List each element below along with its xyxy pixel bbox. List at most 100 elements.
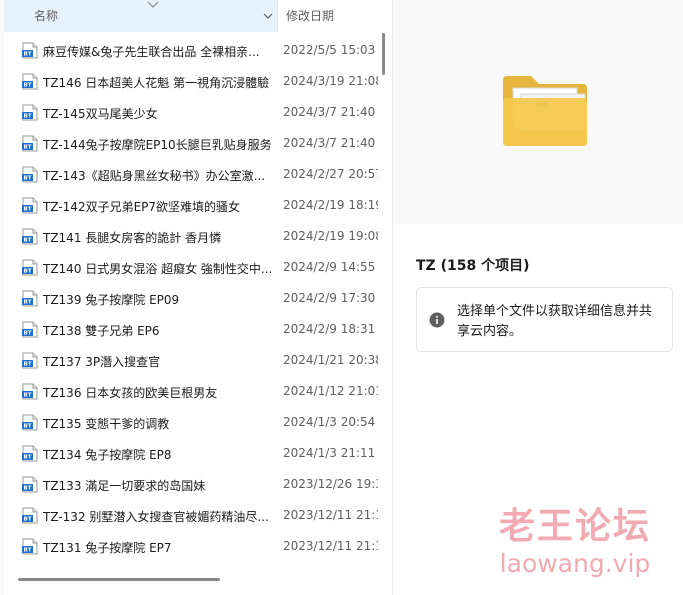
svg-text:BT: BT bbox=[24, 393, 32, 399]
file-name: TZ-132 别墅潜入女搜查官被媚药精油尽... bbox=[43, 510, 269, 524]
file-name: TZ138 雙子兄弟 EP6 bbox=[43, 324, 160, 338]
svg-text:BT: BT bbox=[24, 145, 32, 151]
watermark: 老王论坛 laowang.vip bbox=[470, 505, 680, 590]
svg-text:BT: BT bbox=[24, 455, 32, 461]
file-modified-date: 2024/2/19 18:19 bbox=[283, 198, 378, 212]
file-name: TZ-144兔子按摩院EP10长腿巨乳贴身服务 bbox=[43, 138, 272, 152]
bt-file-icon: BT bbox=[22, 383, 38, 400]
vertical-scrollbar-thumb[interactable] bbox=[382, 33, 385, 75]
horizontal-scrollbar-thumb[interactable] bbox=[18, 578, 220, 581]
bt-file-icon: BT bbox=[22, 445, 38, 462]
folder-title: TZ (158 个项目) bbox=[416, 258, 530, 274]
file-row[interactable]: BT TZ-142双子兄弟EP7欲坚难填的骚女 2024/2/19 18:19 bbox=[4, 190, 378, 221]
svg-text:BT: BT bbox=[24, 486, 32, 492]
svg-text:BT: BT bbox=[24, 300, 32, 306]
watermark-chinese: 老王论坛 bbox=[498, 506, 651, 547]
file-name: TZ141 長腿女房客的詭計 香月憐 bbox=[43, 231, 222, 245]
bt-file-icon: BT bbox=[22, 259, 38, 276]
file-row[interactable]: BT TZ-132 别墅潜入女搜查官被媚药精油尽... 2023/12/11 21:… bbox=[4, 500, 378, 531]
file-modified-date: 2023/12/11 21:1 bbox=[283, 508, 378, 522]
file-name: TZ139 兔子按摩院 EP09 bbox=[43, 293, 180, 307]
svg-text:BT: BT bbox=[24, 238, 32, 244]
svg-text:BT: BT bbox=[24, 331, 32, 337]
file-name: TZ-142双子兄弟EP7欲坚难填的骚女 bbox=[43, 200, 241, 214]
svg-text:BT: BT bbox=[24, 424, 32, 430]
file-row[interactable]: BT TZ140 日式男女混浴 超癡女 強制性交中... 2024/2/9 14:5… bbox=[4, 252, 378, 283]
file-modified-date: 2024/2/9 17:30 bbox=[283, 291, 376, 305]
info-icon bbox=[429, 312, 445, 328]
svg-text:BT: BT bbox=[24, 517, 32, 523]
file-modified-date: 2024/1/3 20:54 bbox=[283, 415, 376, 429]
file-explorer-window: 名称 修改日期 BT 麻豆传媒&兔子先生联合出品 全裸相亲... 2022/5/5 … bbox=[0, 0, 683, 595]
file-modified-date: 2024/2/9 14:55 bbox=[283, 260, 376, 274]
bt-file-icon: BT bbox=[22, 135, 38, 152]
file-modified-date: 2024/2/19 19:08 bbox=[283, 229, 378, 243]
file-modified-date: 2024/3/7 21:40 bbox=[283, 105, 376, 119]
chevron-down-icon[interactable] bbox=[263, 12, 273, 20]
file-row[interactable]: BT TZ134 兔子按摩院 EP8 2024/1/3 21:11 bbox=[4, 438, 378, 469]
file-modified-date: 2024/2/27 20:57 bbox=[283, 167, 378, 181]
column-header-name-label: 名称 bbox=[34, 9, 59, 23]
file-row[interactable]: BT TZ138 雙子兄弟 EP6 2024/2/9 18:31 bbox=[4, 314, 378, 345]
file-name: TZ134 兔子按摩院 EP8 bbox=[43, 448, 172, 462]
column-header: 名称 修改日期 bbox=[4, 0, 378, 32]
folder-icon: BT bbox=[503, 76, 587, 146]
file-list: BT 麻豆传媒&兔子先生联合出品 全裸相亲... 2022/5/5 15:03 BT T… bbox=[4, 35, 378, 562]
preview-area: BT bbox=[393, 0, 683, 224]
file-list-pane: 名称 修改日期 BT 麻豆传媒&兔子先生联合出品 全裸相亲... 2022/5/5 … bbox=[0, 0, 392, 595]
bt-file-icon: BT bbox=[22, 290, 38, 307]
file-row[interactable]: BT TZ131 兔子按摩院 EP7 2023/12/11 21:1 bbox=[4, 531, 378, 562]
file-name: TZ135 变態干爹的调教 bbox=[43, 417, 170, 431]
column-header-name[interactable]: 名称 bbox=[4, 0, 277, 32]
file-row[interactable]: BT TZ-143《超贴身黑丝女秘书》办公室激... 2024/2/27 20:57 bbox=[4, 159, 378, 190]
bt-file-icon: BT bbox=[22, 197, 38, 214]
bt-file-icon: BT bbox=[22, 507, 38, 524]
column-header-modified[interactable]: 修改日期 bbox=[278, 0, 334, 32]
file-name: TZ140 日式男女混浴 超癡女 強制性交中... bbox=[43, 262, 272, 276]
file-row[interactable]: BT TZ141 長腿女房客的詭計 香月憐 2024/2/19 19:08 bbox=[4, 221, 378, 252]
file-row[interactable]: BT TZ139 兔子按摩院 EP09 2024/2/9 17:30 bbox=[4, 283, 378, 314]
bt-file-icon: BT bbox=[22, 73, 38, 90]
file-row[interactable]: BT TZ135 变態干爹的调教 2024/1/3 20:54 bbox=[4, 407, 378, 438]
bt-file-icon: BT bbox=[22, 166, 38, 183]
info-card: 选择单个文件以获取详细信息并共享云内容。 bbox=[416, 287, 673, 352]
bt-file-icon: BT bbox=[22, 321, 38, 338]
svg-text:BT: BT bbox=[24, 548, 32, 554]
file-modified-date: 2024/1/12 21:01 bbox=[283, 384, 378, 398]
file-row[interactable]: BT TZ133 滿足一切要求的岛国妹 2023/12/26 19:3 bbox=[4, 469, 378, 500]
file-row[interactable]: BT TZ136 日本女孩的欧美巨根男友 2024/1/12 21:01 bbox=[4, 376, 378, 407]
file-modified-date: 2024/1/3 21:11 bbox=[283, 446, 376, 460]
file-name: 麻豆传媒&兔子先生联合出品 全裸相亲... bbox=[43, 45, 260, 59]
bt-file-icon: BT bbox=[22, 352, 38, 369]
svg-text:BT: BT bbox=[24, 269, 32, 275]
svg-text:BT: BT bbox=[24, 362, 32, 368]
file-row[interactable]: BT 麻豆传媒&兔子先生联合出品 全裸相亲... 2022/5/5 15:03 bbox=[4, 35, 378, 66]
file-name: TZ136 日本女孩的欧美巨根男友 bbox=[43, 386, 218, 400]
svg-text:BT: BT bbox=[24, 52, 32, 58]
file-row[interactable]: BT TZ-144兔子按摩院EP10长腿巨乳贴身服务 2024/3/7 21:40 bbox=[4, 128, 378, 159]
watermark-url: laowang.vip bbox=[499, 549, 651, 578]
file-modified-date: 2022/5/5 15:03 bbox=[283, 43, 376, 57]
file-name: TZ137 3P潛入搜查官 bbox=[43, 355, 161, 369]
file-name: TZ146 日本超美人花魁 第一視角沉浸體驗 bbox=[43, 76, 270, 90]
svg-text:BT: BT bbox=[24, 176, 32, 182]
column-header-modified-label: 修改日期 bbox=[286, 9, 335, 23]
file-name: TZ131 兔子按摩院 EP7 bbox=[43, 541, 172, 555]
bt-file-icon: BT bbox=[22, 476, 38, 493]
file-name: TZ-145双马尾美少女 bbox=[43, 107, 158, 121]
bt-file-icon: BT bbox=[22, 538, 38, 555]
file-modified-date: 2024/1/21 20:38 bbox=[283, 353, 378, 367]
file-row[interactable]: BT TZ-145双马尾美少女 2024/3/7 21:40 bbox=[4, 97, 378, 128]
file-modified-date: 2023/12/26 19:3 bbox=[283, 477, 378, 491]
file-modified-date: 2024/3/19 21:08 bbox=[283, 74, 378, 88]
svg-text:BT: BT bbox=[24, 207, 32, 213]
file-modified-date: 2023/12/11 21:1 bbox=[283, 539, 378, 553]
svg-text:BT: BT bbox=[24, 114, 32, 120]
bt-file-icon: BT bbox=[22, 104, 38, 121]
file-row[interactable]: BT TZ137 3P潛入搜查官 2024/1/21 20:38 bbox=[4, 345, 378, 376]
svg-text:BT: BT bbox=[24, 83, 32, 89]
file-row[interactable]: BT TZ146 日本超美人花魁 第一視角沉浸體驗 2024/3/19 21:08 bbox=[4, 66, 378, 97]
file-name: TZ-143《超贴身黑丝女秘书》办公室激... bbox=[43, 169, 266, 183]
file-name: TZ133 滿足一切要求的岛国妹 bbox=[43, 479, 206, 493]
bt-file-icon: BT bbox=[22, 228, 38, 245]
